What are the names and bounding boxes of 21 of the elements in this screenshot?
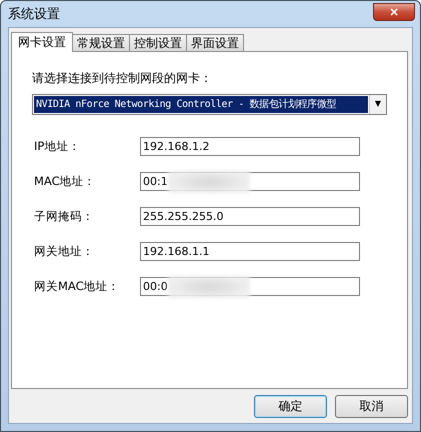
adapter-label: 请选择连接到待控制网段的网卡： — [32, 70, 213, 87]
dialog-button[interactable]: 确定 — [254, 395, 327, 418]
input-field[interactable]: 255.255.255.0 — [140, 207, 360, 226]
dialog-button[interactable]: 取消 — [335, 395, 408, 418]
tab[interactable]: 控制设置 — [129, 34, 187, 51]
tab[interactable]: 常规设置 — [72, 34, 130, 51]
close-button[interactable]: ✕ — [373, 3, 415, 21]
tab[interactable]: 网卡设置 — [11, 32, 73, 52]
window-title: 系统设置 — [8, 6, 60, 23]
field-label: 子网掩码： — [33, 209, 95, 224]
tab[interactable]: 界面设置 — [186, 34, 244, 51]
field-label: 网关地址： — [33, 244, 95, 259]
dropdown-button[interactable]: ▼ — [369, 95, 386, 114]
input-field[interactable]: 192.168.1.2 — [140, 137, 360, 156]
field-label: IP地址： — [33, 139, 82, 154]
input-field[interactable]: 192.168.1.1 — [140, 242, 360, 261]
field-label: MAC地址： — [33, 174, 97, 189]
input-field[interactable]: 00:0 — [140, 277, 360, 296]
input-field[interactable]: 00:1 — [140, 172, 360, 191]
adapter-dropdown[interactable]: NVIDIA nForce Networking Controller - 数据包计划程序微型 ▼ — [32, 94, 387, 115]
field-label: 网关MAC地址： — [33, 279, 121, 294]
